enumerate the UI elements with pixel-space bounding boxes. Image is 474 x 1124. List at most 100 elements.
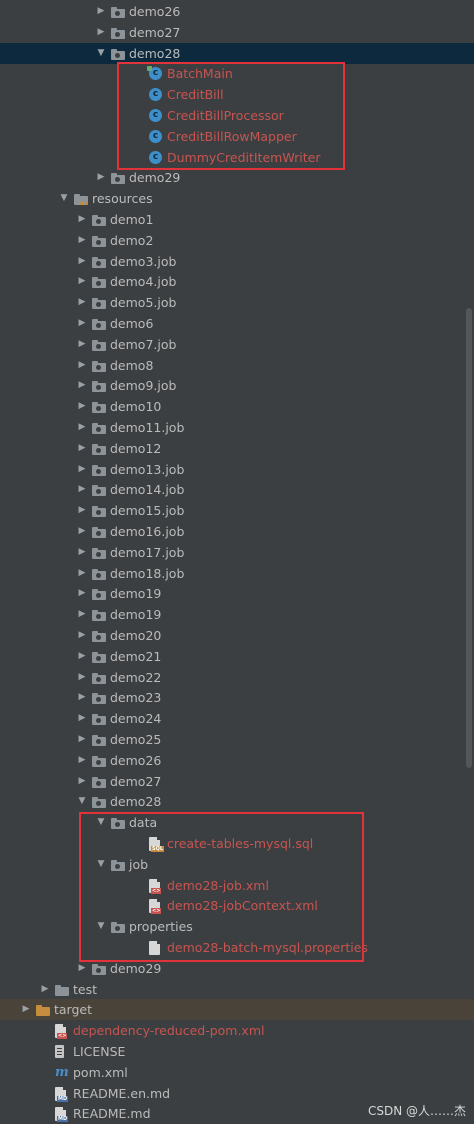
tree-folder-row[interactable]: ▶ demo22 bbox=[0, 667, 474, 688]
expand-arrow-right-icon[interactable]: ▶ bbox=[76, 583, 88, 604]
tree-file-row[interactable]: c CreditBillRowMapper bbox=[0, 126, 474, 147]
expand-arrow-down-icon[interactable]: ▼ bbox=[95, 812, 107, 833]
tree-folder-row[interactable]: ▶ demo5.job bbox=[0, 292, 474, 313]
tree-folder-row[interactable]: ▶ demo2 bbox=[0, 230, 474, 251]
tree-folder-row[interactable]: ▶ demo21 bbox=[0, 646, 474, 667]
expand-arrow-right-icon[interactable]: ▶ bbox=[76, 355, 88, 376]
tree-folder-row[interactable]: ▶ demo13.job bbox=[0, 459, 474, 480]
tree-folder-row[interactable]: ▶ demo19 bbox=[0, 583, 474, 604]
tree-folder-row[interactable]: ▶ demo19 bbox=[0, 604, 474, 625]
folder-icon bbox=[92, 651, 106, 663]
expand-arrow-right-icon[interactable]: ▶ bbox=[76, 313, 88, 334]
expand-arrow-right-icon[interactable]: ▶ bbox=[76, 958, 88, 979]
tree-folder-row[interactable]: ▶ demo26 bbox=[0, 750, 474, 771]
expand-arrow-right-icon[interactable]: ▶ bbox=[76, 251, 88, 272]
tree-folder-row[interactable]: ▶ demo27 bbox=[0, 22, 474, 43]
vertical-scrollbar[interactable] bbox=[466, 308, 472, 768]
tree-folder-row[interactable]: ▶ demo29 bbox=[0, 167, 474, 188]
tree-folder-row[interactable]: ▶ demo9.job bbox=[0, 375, 474, 396]
tree-folder-row[interactable]: ▶ demo6 bbox=[0, 313, 474, 334]
tree-folder-row[interactable]: ▶ demo23 bbox=[0, 687, 474, 708]
expand-arrow-right-icon[interactable]: ▶ bbox=[76, 438, 88, 459]
tree-file-row[interactable]: LICENSE bbox=[0, 1041, 474, 1062]
expand-arrow-right-icon[interactable]: ▶ bbox=[76, 230, 88, 251]
tree-folder-row[interactable]: ▼ data bbox=[0, 812, 474, 833]
tree-folder-row[interactable]: ▶ demo10 bbox=[0, 396, 474, 417]
expand-arrow-right-icon[interactable]: ▶ bbox=[76, 271, 88, 292]
tree-folder-row[interactable]: ▶ test bbox=[0, 979, 474, 1000]
expand-arrow-right-icon[interactable]: ▶ bbox=[76, 334, 88, 355]
expand-arrow-right-icon[interactable]: ▶ bbox=[76, 417, 88, 438]
expand-arrow-right-icon[interactable]: ▶ bbox=[76, 209, 88, 230]
expand-arrow-down-icon[interactable]: ▼ bbox=[95, 854, 107, 875]
tree-folder-row[interactable]: ▶ demo26 bbox=[0, 1, 474, 22]
tree-folder-row[interactable]: ▼ demo28 bbox=[0, 42, 474, 64]
tree-folder-row[interactable]: ▶ demo16.job bbox=[0, 521, 474, 542]
expand-arrow-down-icon[interactable]: ▼ bbox=[95, 43, 107, 64]
tree-item-label: pom.xml bbox=[73, 1064, 128, 1080]
expand-arrow-right-icon[interactable]: ▶ bbox=[76, 729, 88, 750]
tree-file-row[interactable]: c DummyCreditItemWriter bbox=[0, 147, 474, 168]
expand-arrow-right-icon[interactable]: ▶ bbox=[95, 1, 107, 22]
tree-folder-row[interactable]: ▼ properties bbox=[0, 916, 474, 937]
expand-arrow-right-icon[interactable]: ▶ bbox=[76, 708, 88, 729]
tree-item-label: demo9.job bbox=[110, 378, 177, 394]
tree-folder-row[interactable]: ▶ demo4.job bbox=[0, 271, 474, 292]
tree-item-label: test bbox=[73, 981, 98, 997]
expand-arrow-right-icon[interactable]: ▶ bbox=[76, 625, 88, 646]
tree-file-row[interactable]: demo28-batch-mysql.properties bbox=[0, 937, 474, 958]
tree-file-row[interactable]: c CreditBill bbox=[0, 84, 474, 105]
tree-folder-row[interactable]: ▶ demo8 bbox=[0, 355, 474, 376]
tree-folder-row[interactable]: ▶ demo20 bbox=[0, 625, 474, 646]
expand-arrow-right-icon[interactable]: ▶ bbox=[76, 604, 88, 625]
expand-arrow-right-icon[interactable]: ▶ bbox=[76, 396, 88, 417]
expand-arrow-right-icon[interactable]: ▶ bbox=[76, 542, 88, 563]
expand-arrow-right-icon[interactable]: ▶ bbox=[76, 646, 88, 667]
tree-folder-row[interactable]: ▼ resources bbox=[0, 188, 474, 209]
expand-arrow-right-icon[interactable]: ▶ bbox=[76, 771, 88, 792]
expand-arrow-right-icon[interactable]: ▶ bbox=[76, 687, 88, 708]
expand-arrow-right-icon[interactable]: ▶ bbox=[76, 459, 88, 480]
expand-arrow-right-icon[interactable]: ▶ bbox=[95, 22, 107, 43]
tree-file-row[interactable]: SQL create-tables-mysql.sql bbox=[0, 833, 474, 854]
tree-file-row[interactable]: c CreditBillProcessor bbox=[0, 105, 474, 126]
expand-arrow-right-icon[interactable]: ▶ bbox=[39, 979, 51, 1000]
tree-folder-row[interactable]: ▶ demo24 bbox=[0, 708, 474, 729]
tree-item-label: demo6 bbox=[110, 316, 154, 331]
tree-file-row[interactable]: c BatchMain bbox=[0, 63, 474, 84]
tree-folder-row[interactable]: ▶ demo14.job bbox=[0, 479, 474, 500]
expand-arrow-right-icon[interactable]: ▶ bbox=[76, 667, 88, 688]
tree-folder-row[interactable]: ▶ target bbox=[0, 999, 474, 1021]
expand-arrow-right-icon[interactable]: ▶ bbox=[76, 375, 88, 396]
tree-folder-row[interactable]: ▶ demo25 bbox=[0, 729, 474, 750]
tree-folder-row[interactable]: ▶ demo11.job bbox=[0, 417, 474, 438]
expand-arrow-right-icon[interactable]: ▶ bbox=[76, 292, 88, 313]
tree-folder-row[interactable]: ▶ demo27 bbox=[0, 771, 474, 792]
tree-file-row[interactable]: MD README.en.md bbox=[0, 1083, 474, 1104]
tree-folder-row[interactable]: ▶ demo17.job bbox=[0, 542, 474, 563]
tree-folder-row[interactable]: ▶ demo12 bbox=[0, 438, 474, 459]
tree-file-row[interactable]: m pom.xml bbox=[0, 1062, 474, 1083]
expand-arrow-down-icon[interactable]: ▼ bbox=[76, 791, 88, 812]
expand-arrow-down-icon[interactable]: ▼ bbox=[58, 188, 70, 209]
tree-file-row[interactable]: <> dependency-reduced-pom.xml bbox=[0, 1020, 474, 1041]
tree-folder-row[interactable]: ▼ demo28 bbox=[0, 791, 474, 812]
expand-arrow-right-icon[interactable]: ▶ bbox=[76, 521, 88, 542]
tree-folder-row[interactable]: ▶ demo18.job bbox=[0, 563, 474, 584]
expand-arrow-right-icon[interactable]: ▶ bbox=[76, 563, 88, 584]
tree-folder-row[interactable]: ▶ demo1 bbox=[0, 209, 474, 230]
expand-arrow-right-icon[interactable]: ▶ bbox=[95, 167, 107, 188]
expand-arrow-right-icon[interactable]: ▶ bbox=[76, 500, 88, 521]
tree-folder-row[interactable]: ▶ demo7.job bbox=[0, 334, 474, 355]
tree-file-row[interactable]: <> demo28-job.xml bbox=[0, 875, 474, 896]
tree-folder-row[interactable]: ▶ demo3.job bbox=[0, 251, 474, 272]
expand-arrow-right-icon[interactable]: ▶ bbox=[76, 479, 88, 500]
tree-folder-row[interactable]: ▼ job bbox=[0, 854, 474, 875]
expand-arrow-right-icon[interactable]: ▶ bbox=[76, 750, 88, 771]
tree-folder-row[interactable]: ▶ demo15.job bbox=[0, 500, 474, 521]
expand-arrow-right-icon[interactable]: ▶ bbox=[20, 999, 32, 1020]
expand-arrow-down-icon[interactable]: ▼ bbox=[95, 916, 107, 937]
tree-file-row[interactable]: <> demo28-jobContext.xml bbox=[0, 895, 474, 916]
tree-folder-row[interactable]: ▶ demo29 bbox=[0, 958, 474, 979]
tree-item-label: demo20 bbox=[110, 628, 162, 643]
